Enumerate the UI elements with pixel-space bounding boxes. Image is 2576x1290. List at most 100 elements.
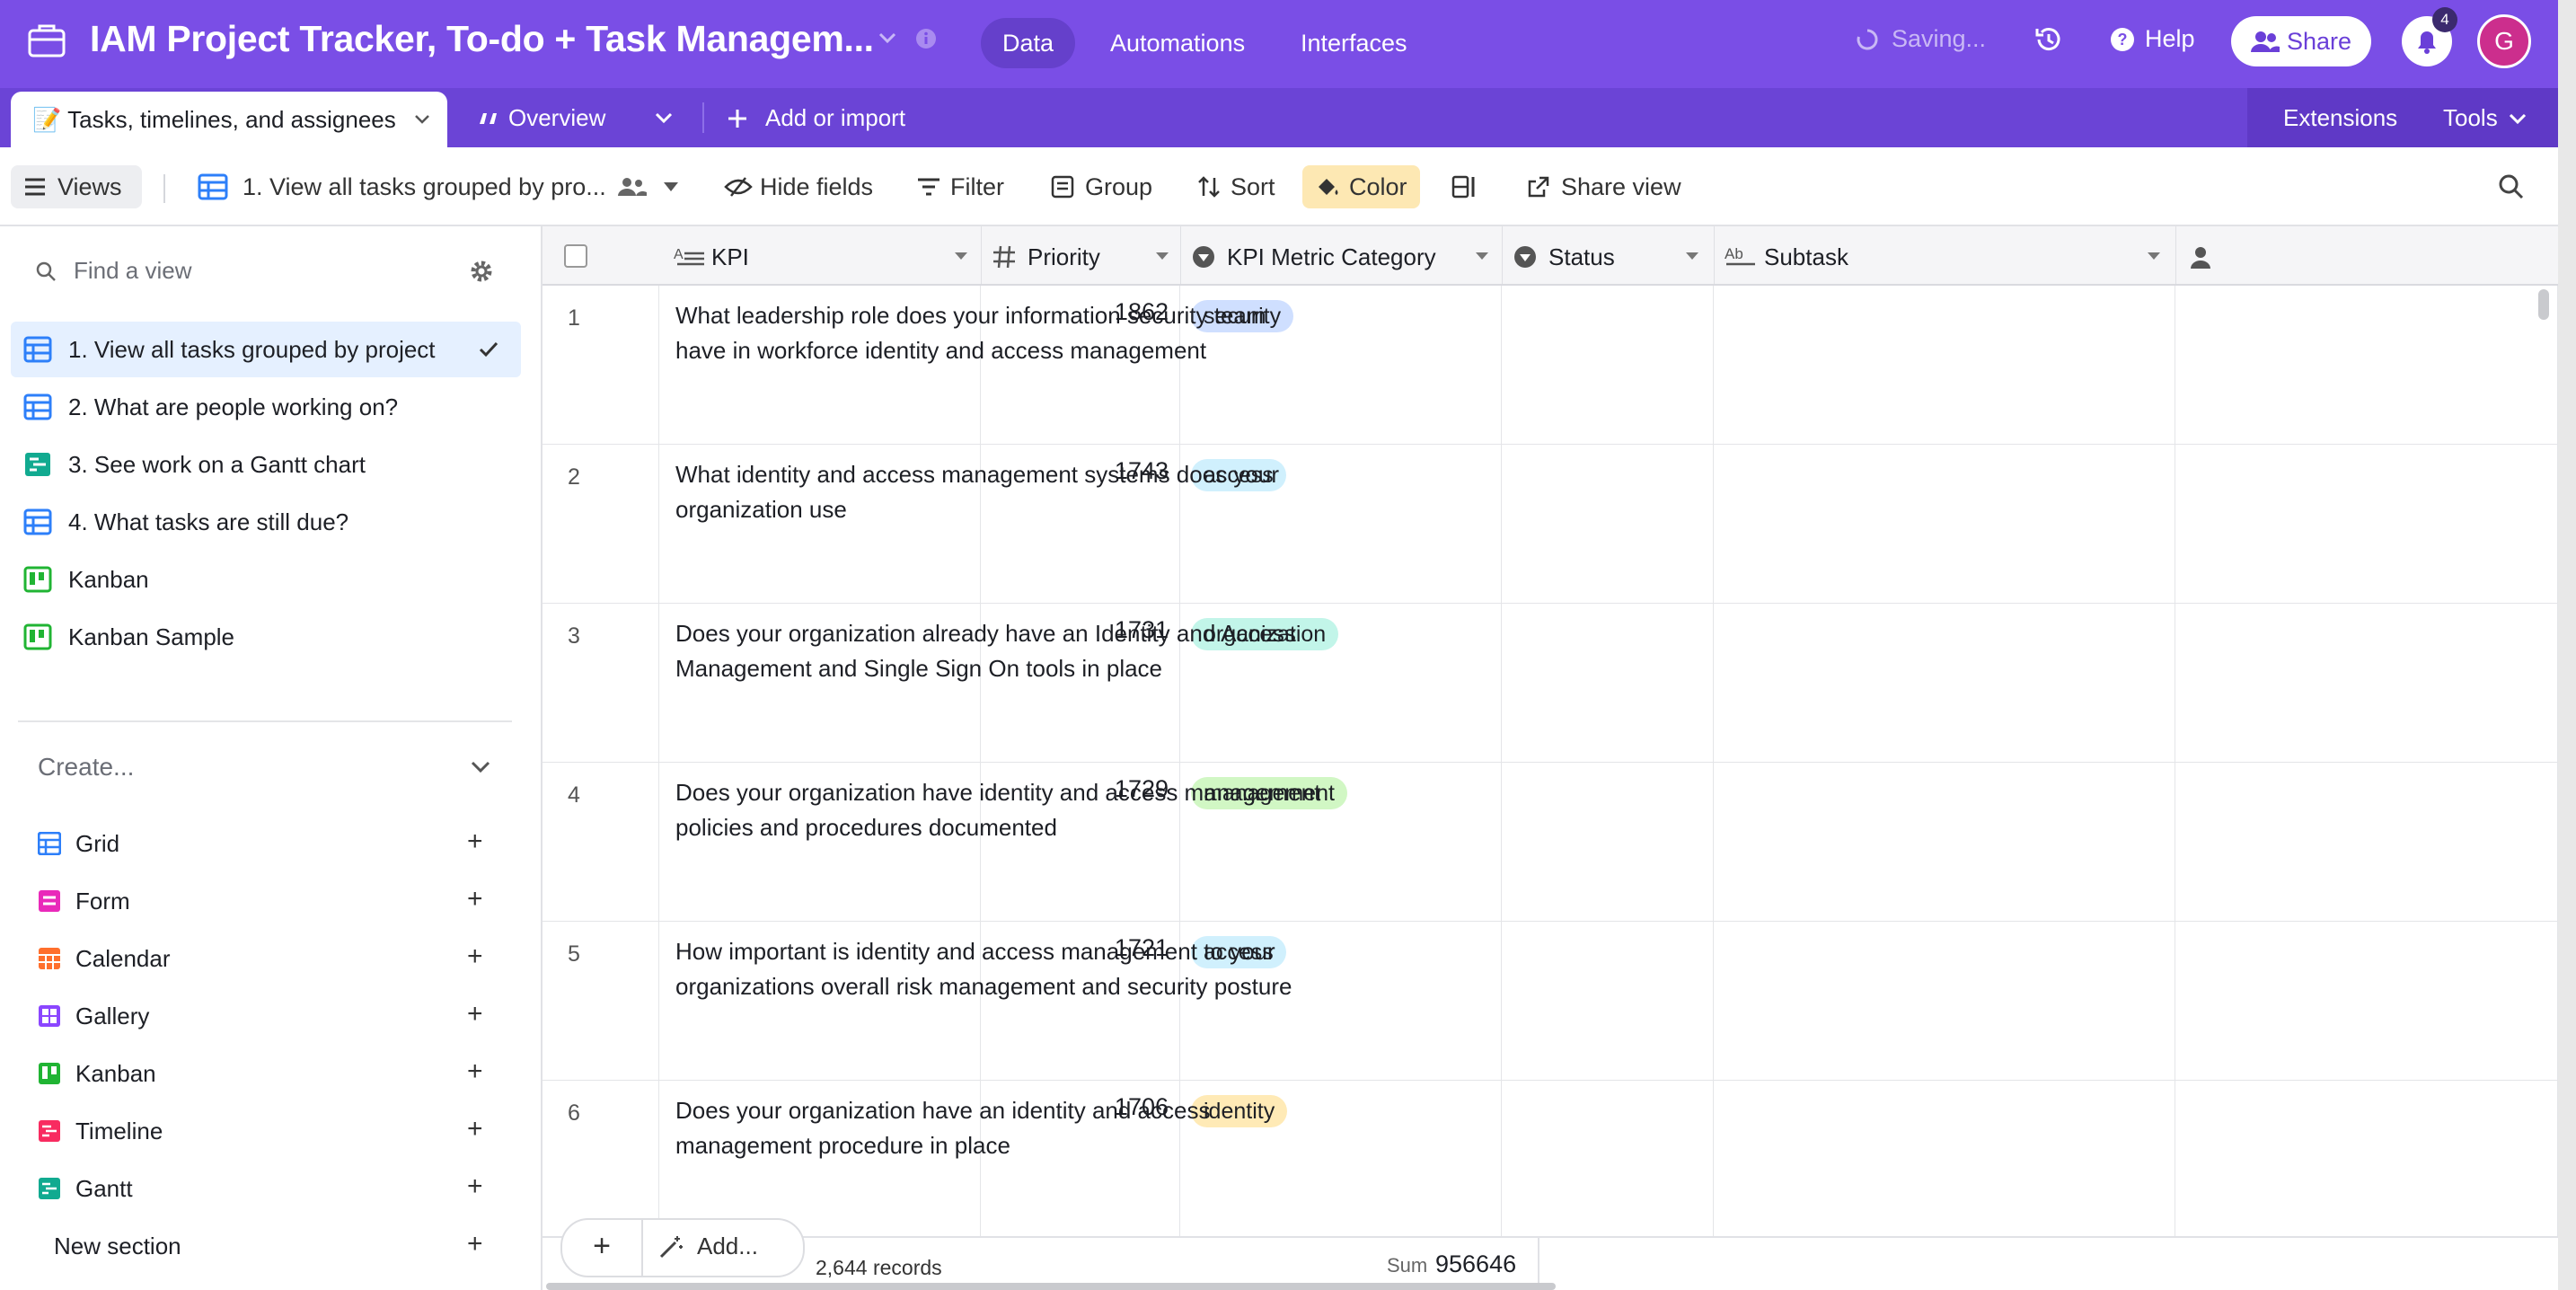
base-title[interactable]: IAM Project Tracker, To-do + Task Manage…: [90, 18, 874, 60]
help-button[interactable]: ? Help: [2109, 25, 2195, 53]
kpi-text: Does your organization have an identity …: [675, 1097, 1211, 1159]
sort-button[interactable]: Sort: [1196, 165, 1275, 208]
table-row[interactable]: 5 1721 access How important is identity and…: [543, 922, 2558, 1081]
next-cell[interactable]: [2175, 286, 2558, 444]
caret-down-icon[interactable]: [954, 252, 968, 261]
status-cell[interactable]: [1502, 286, 1714, 444]
caret-down-icon[interactable]: [2147, 252, 2161, 261]
vertical-scrollbar[interactable]: [2538, 289, 2549, 320]
next-cell[interactable]: [2175, 922, 2558, 1080]
group-button[interactable]: Group: [1051, 165, 1152, 208]
info-icon[interactable]: [914, 27, 938, 50]
create-form[interactable]: Form +: [38, 877, 505, 923]
share-view-button[interactable]: Share view: [1527, 165, 1681, 208]
next-cell[interactable]: [2175, 604, 2558, 762]
avatar[interactable]: G: [2477, 14, 2531, 68]
chevron-down-icon[interactable]: [877, 29, 898, 47]
column-header-next[interactable]: [2175, 226, 2558, 284]
caret-down-icon: [663, 182, 678, 191]
nav-automations[interactable]: Automations: [1089, 18, 1266, 68]
grid-icon: [38, 832, 61, 855]
gear-icon[interactable]: [469, 259, 494, 284]
status-cell[interactable]: [1502, 604, 1714, 762]
tab-overview[interactable]: Overview: [478, 104, 605, 132]
tab-tasks-timelines-assignees[interactable]: 📝 Tasks, timelines, and assignees: [11, 92, 447, 147]
add-label: Add...: [697, 1233, 758, 1259]
color-button[interactable]: Color: [1302, 165, 1420, 208]
subtask-cell[interactable]: [1714, 286, 2175, 444]
sidebar-view-kanban[interactable]: Kanban: [11, 552, 521, 607]
kpi-text: Does your organization already have an I…: [675, 620, 1296, 682]
grid-header-row: A KPI Priority KPI Metric Category Statu…: [543, 226, 2558, 286]
share-button[interactable]: Share: [2231, 16, 2371, 66]
views-toggle-button[interactable]: Views: [11, 165, 142, 208]
next-cell[interactable]: [2175, 763, 2558, 921]
create-gallery[interactable]: Gallery +: [38, 992, 505, 1038]
tools-button[interactable]: Tools: [2443, 104, 2528, 132]
search-icon[interactable]: [2497, 165, 2526, 208]
subtask-cell[interactable]: [1714, 922, 2175, 1080]
sidebar-view-3[interactable]: 3. See work on a Gantt chart: [11, 437, 521, 492]
table-row[interactable]: 6 1706 identity Does your organization have…: [543, 1081, 2558, 1240]
create-kanban[interactable]: Kanban +: [38, 1049, 505, 1096]
table-row[interactable]: 2 1743 access What identity and access mana…: [543, 445, 2558, 604]
status-cell[interactable]: [1502, 1081, 1714, 1239]
status-cell[interactable]: [1502, 763, 1714, 921]
plus-icon: +: [467, 1114, 483, 1144]
subtask-cell[interactable]: [1714, 604, 2175, 762]
horizontal-scrollbar[interactable]: [546, 1283, 1556, 1290]
find-view-input[interactable]: Find a view: [34, 257, 192, 285]
add-record-plus-button[interactable]: +: [562, 1220, 643, 1276]
current-view-selector[interactable]: 1. View all tasks grouped by pro...: [198, 165, 680, 208]
filter-button[interactable]: Filter: [916, 165, 1004, 208]
subtask-cell[interactable]: [1714, 445, 2175, 603]
plus-icon: +: [467, 1171, 483, 1201]
row-height-button[interactable]: [1451, 165, 1478, 208]
create-gantt[interactable]: Gantt +: [38, 1164, 505, 1211]
sidebar-view-2[interactable]: 2. What are people working on?: [11, 379, 521, 435]
kanban-icon: [39, 1063, 60, 1084]
chevron-down-icon[interactable]: [652, 106, 675, 129]
sum-label: Sum: [1387, 1254, 1428, 1277]
caret-down-icon[interactable]: [1685, 252, 1699, 261]
select-all-checkbox[interactable]: [564, 244, 587, 268]
nav-interfaces[interactable]: Interfaces: [1279, 18, 1429, 68]
table-row[interactable]: 4 1729 management Does your organization ha…: [543, 763, 2558, 922]
column-header-kpi-metric-category[interactable]: KPI Metric Category: [1180, 226, 1503, 284]
add-or-import-button[interactable]: Add or import: [726, 104, 905, 132]
subtask-cell[interactable]: [1714, 1081, 2175, 1239]
status-cell[interactable]: [1502, 445, 1714, 603]
extensions-button[interactable]: Extensions: [2283, 104, 2397, 132]
next-cell[interactable]: [2175, 445, 2558, 603]
hide-fields-button[interactable]: Hide fields: [724, 165, 873, 208]
text-field-icon: Ab: [1725, 245, 1755, 266]
column-header-status[interactable]: Status: [1502, 226, 1715, 284]
column-header-priority[interactable]: Priority: [981, 226, 1181, 284]
create-grid[interactable]: Grid +: [38, 819, 505, 866]
create-section-label[interactable]: Create...: [38, 753, 134, 782]
sidebar-view-4[interactable]: 4. What tasks are still due?: [11, 494, 521, 550]
table-row[interactable]: 1 1862 security What leadership role does y…: [543, 286, 2558, 445]
row-number: 4: [568, 782, 580, 808]
create-calendar[interactable]: Calendar +: [38, 934, 505, 981]
nav-data[interactable]: Data: [981, 18, 1076, 68]
column-header-subtask[interactable]: Ab Subtask: [1714, 226, 2176, 284]
base-icon[interactable]: [27, 22, 66, 59]
sidebar-view-kanban-sample[interactable]: Kanban Sample: [11, 609, 521, 665]
new-section-button[interactable]: New section +: [54, 1222, 505, 1268]
sidebar-view-1[interactable]: 1. View all tasks grouped by project: [11, 322, 521, 377]
add-or-import-label: Add or import: [765, 104, 906, 131]
chevron-down-icon[interactable]: [469, 758, 492, 776]
column-header-kpi[interactable]: A KPI: [659, 226, 982, 284]
subtask-cell[interactable]: [1714, 763, 2175, 921]
caret-down-icon[interactable]: [1475, 252, 1489, 261]
column-label: KPI: [711, 243, 749, 270]
caret-down-icon[interactable]: [1155, 252, 1169, 261]
create-timeline[interactable]: Timeline +: [38, 1107, 505, 1153]
table-row[interactable]: 3 1731 organization Does your organization …: [543, 604, 2558, 763]
history-icon[interactable]: [2032, 23, 2064, 56]
chevron-down-icon[interactable]: [412, 112, 432, 127]
next-cell[interactable]: [2175, 1081, 2558, 1239]
status-cell[interactable]: [1502, 922, 1714, 1080]
add-record-menu-button[interactable]: Add...: [657, 1233, 758, 1260]
